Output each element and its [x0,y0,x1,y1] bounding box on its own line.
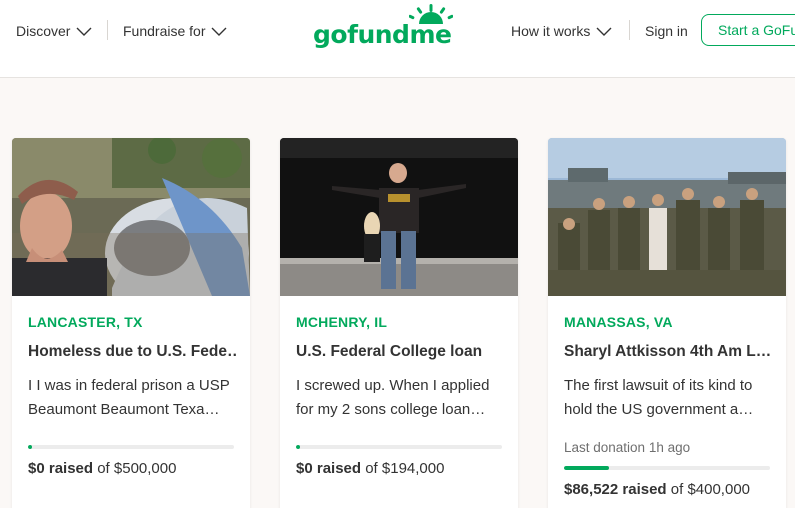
fundraiser-description: I I was in federal prison a USP Beaumont… [28,374,236,422]
fundraiser-title[interactable]: U.S. Federal College loan [296,343,506,361]
logo-sun-icon [409,4,453,24]
fundraiser-card[interactable]: MANASSAS, VA Sharyl Attkisson 4th Am L… … [548,138,786,508]
amount-raised: $0 raised of $194,000 [296,460,444,477]
fundraiser-description: The first lawsuit of its kind to hold th… [564,374,772,422]
raised-amount: $0 raised [296,460,362,477]
amount-raised: $86,522 raised of $400,000 [564,481,750,498]
fundraise-for-menu[interactable]: Fundraise for [123,22,227,40]
start-gofundme-button[interactable]: Start a GoFu [701,14,795,46]
fundraiser-title[interactable]: Homeless due to U.S. Fede… [28,343,238,361]
amount-raised: $0 raised of $500,000 [28,460,176,477]
sign-in-link[interactable]: Sign in [645,22,688,40]
nav-divider [629,20,630,40]
description-line: for my 2 sons college loan… [296,401,486,418]
progress-bar [28,445,234,449]
goal-amount: of $400,000 [666,481,751,498]
fundraiser-description: I screwed up. When I applied for my 2 so… [296,374,504,422]
goal-amount: of $194,000 [361,460,445,477]
fundraiser-image[interactable] [548,138,786,296]
chevron-down-icon [76,27,92,36]
fundraiser-location: MANASSAS, VA [564,314,673,330]
site-header: Discover Fundraise for gofundme How it w… [0,0,795,78]
goal-amount: of $500,000 [93,460,177,477]
raised-amount: $0 raised [28,460,94,477]
fundraiser-location: LANCASTER, TX [28,314,143,330]
chevron-down-icon [596,27,612,36]
progress-bar-fill [296,445,301,449]
progress-bar-fill [28,445,33,449]
fundraiser-card[interactable]: MCHENRY, IL U.S. Federal College loan I … [280,138,518,508]
discover-label: Discover [16,23,71,39]
logo-text: gofundme [313,20,452,49]
description-line: I screwed up. When I applied [296,377,490,394]
last-donation-time: Last donation 1h ago [564,440,691,455]
fundraiser-title[interactable]: Sharyl Attkisson 4th Am L… [564,343,774,361]
description-line: hold the US government a… [564,401,754,418]
progress-bar [296,445,502,449]
progress-bar-fill [564,466,610,470]
sign-in-label: Sign in [645,23,688,39]
description-line: Beaumont Beaumont Texa… [28,401,220,418]
description-line: The first lawsuit of its kind to [564,377,753,394]
raised-amount: $86,522 raised [564,481,667,498]
how-it-works-label: How it works [511,23,591,39]
nav-divider [107,20,108,40]
discover-menu[interactable]: Discover [16,22,92,40]
fundraise-for-label: Fundraise for [123,23,206,39]
fundraiser-location: MCHENRY, IL [296,314,388,330]
fundraiser-card[interactable]: LANCASTER, TX Homeless due to U.S. Fede…… [12,138,250,508]
progress-bar [564,466,770,470]
fundraiser-image[interactable] [280,138,518,296]
description-line: I I was in federal prison a USP [28,377,230,394]
gofundme-logo[interactable]: gofundme [313,4,455,50]
fundraiser-image[interactable] [12,138,250,296]
chevron-down-icon [211,27,227,36]
how-it-works-menu[interactable]: How it works [511,22,612,40]
